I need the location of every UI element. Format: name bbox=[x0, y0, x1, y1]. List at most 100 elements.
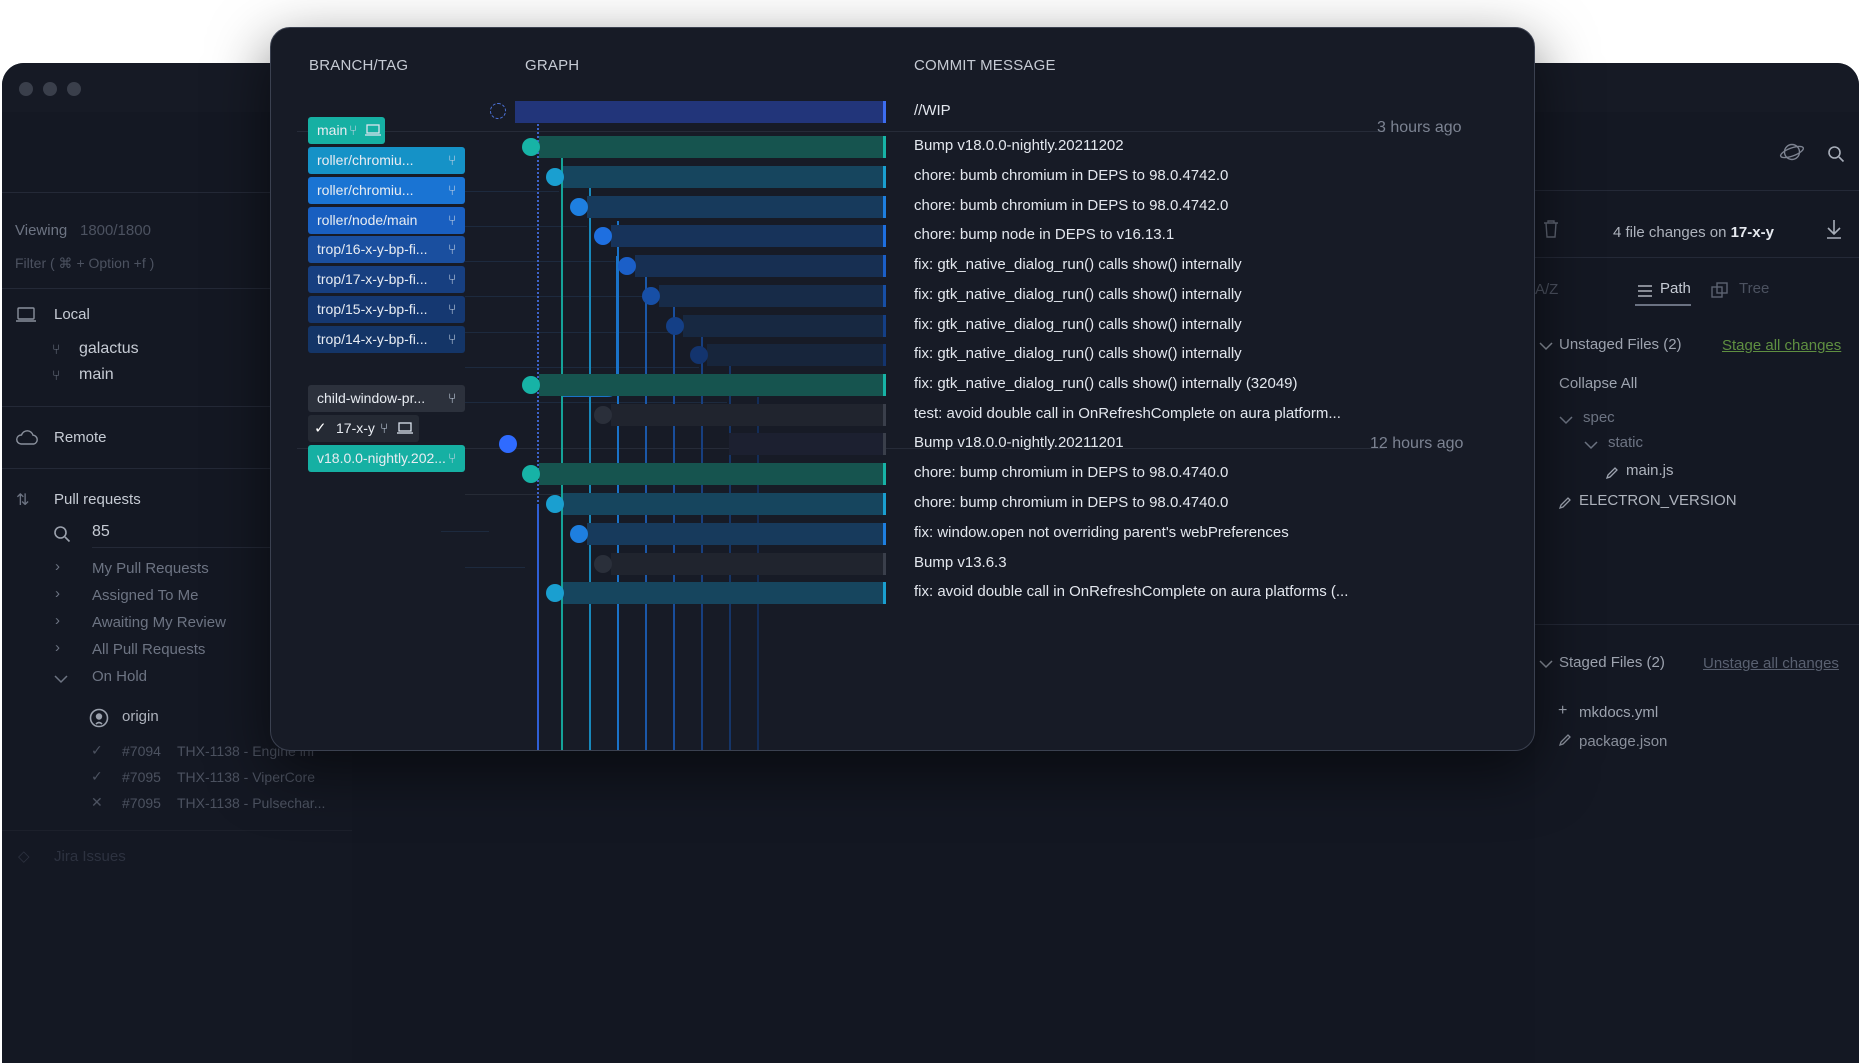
commit-message[interactable]: chore: bump node in DEPS to v16.13.1 bbox=[914, 226, 1174, 243]
search-icon[interactable] bbox=[1827, 145, 1845, 163]
branch-pill[interactable]: roller/chromiu... ⑂ bbox=[308, 177, 465, 204]
file-electron-version[interactable]: ELECTRON_VERSION bbox=[1579, 492, 1737, 509]
maximize-window-dot[interactable] bbox=[67, 82, 81, 96]
pr-group-item[interactable]: Assigned To Me bbox=[92, 587, 198, 604]
commit-node[interactable] bbox=[666, 317, 684, 335]
download-icon[interactable] bbox=[1825, 218, 1843, 240]
pr-number[interactable]: #7095 bbox=[122, 769, 161, 785]
commit-node[interactable] bbox=[594, 555, 612, 573]
branch-pill[interactable]: roller/chromiu... ⑂ bbox=[308, 147, 465, 174]
commit-message[interactable]: chore: bumb chromium in DEPS to 98.0.474… bbox=[914, 167, 1228, 184]
commit-node[interactable] bbox=[546, 584, 564, 602]
folder-static[interactable]: static bbox=[1608, 434, 1643, 451]
commit-row-bar[interactable] bbox=[539, 463, 886, 485]
chevron-down-icon[interactable] bbox=[1539, 341, 1553, 351]
chevron-right-icon[interactable]: › bbox=[55, 585, 60, 602]
commit-message[interactable]: chore: bump chromium in DEPS to 98.0.474… bbox=[914, 494, 1228, 511]
commit-node[interactable] bbox=[642, 287, 660, 305]
chevron-right-icon[interactable]: › bbox=[55, 612, 60, 629]
pr-number[interactable]: #7095 bbox=[122, 795, 161, 811]
commit-node[interactable] bbox=[522, 465, 540, 483]
pr-group-item[interactable]: My Pull Requests bbox=[92, 560, 209, 577]
chevron-down-icon[interactable] bbox=[1584, 440, 1598, 450]
commit-message[interactable]: test: avoid double call in OnRefreshComp… bbox=[914, 405, 1341, 422]
commit-node[interactable] bbox=[618, 257, 636, 275]
stage-all-button[interactable]: Stage all changes bbox=[1722, 337, 1841, 354]
commit-message[interactable]: fix: window.open not overriding parent's… bbox=[914, 524, 1289, 541]
branch-pill[interactable]: trop/14-x-y-bp-fi... ⑂ bbox=[308, 326, 465, 353]
commit-message[interactable]: fix: gtk_native_dialog_run() calls show(… bbox=[914, 375, 1298, 392]
commit-row-bar[interactable] bbox=[659, 285, 886, 307]
commit-node[interactable] bbox=[499, 435, 517, 453]
staged-files-header[interactable]: Staged Files (2) bbox=[1559, 654, 1665, 671]
sort-az-button[interactable]: A/Z bbox=[1535, 281, 1558, 298]
staged-file-item[interactable]: package.json bbox=[1579, 733, 1667, 750]
commit-message[interactable]: fix: avoid double call in OnRefreshCompl… bbox=[914, 583, 1348, 600]
tab-path[interactable]: Path bbox=[1660, 280, 1691, 297]
branch-pill[interactable]: trop/15-x-y-bp-fi... ⑂ bbox=[308, 296, 465, 323]
chevron-right-icon[interactable]: › bbox=[55, 639, 60, 656]
local-branch-item[interactable]: galactus bbox=[79, 340, 139, 358]
commit-row-bar[interactable] bbox=[563, 582, 886, 604]
commit-row-bar[interactable] bbox=[587, 523, 886, 545]
local-branch-item[interactable]: main bbox=[79, 366, 114, 384]
branch-pill[interactable]: trop/16-x-y-bp-fi... ⑂ bbox=[308, 236, 465, 263]
commit-message[interactable]: Bump v13.6.3 bbox=[914, 554, 1007, 571]
chevron-down-icon[interactable] bbox=[54, 674, 68, 684]
commit-row-bar[interactable] bbox=[563, 166, 886, 188]
chevron-right-icon[interactable]: › bbox=[55, 558, 60, 575]
minimize-window-dot[interactable] bbox=[43, 82, 57, 96]
commit-row-bar[interactable] bbox=[587, 196, 886, 218]
commit-message[interactable]: chore: bumb chromium in DEPS to 98.0.474… bbox=[914, 197, 1228, 214]
pr-group-item[interactable]: Awaiting My Review bbox=[92, 614, 226, 631]
commit-message[interactable]: Bump v18.0.0-nightly.20211201 bbox=[914, 434, 1124, 451]
commit-node[interactable] bbox=[546, 495, 564, 513]
commit-node[interactable] bbox=[522, 376, 540, 394]
commit-node[interactable] bbox=[690, 346, 708, 364]
pr-search-input[interactable]: 85 bbox=[92, 523, 110, 541]
chevron-down-icon[interactable] bbox=[1559, 415, 1573, 425]
commit-node[interactable] bbox=[594, 227, 612, 245]
commit-message[interactable]: fix: gtk_native_dialog_run() calls show(… bbox=[914, 286, 1242, 303]
pr-title[interactable]: THX-1138 - ViperCore bbox=[177, 769, 315, 785]
commit-message[interactable]: fix: gtk_native_dialog_run() calls show(… bbox=[914, 345, 1242, 362]
commit-node[interactable] bbox=[546, 168, 564, 186]
jira-section-label[interactable]: Jira Issues bbox=[54, 848, 126, 865]
commit-node[interactable] bbox=[570, 198, 588, 216]
pull-requests-section-label[interactable]: Pull requests bbox=[54, 491, 141, 508]
file-main-js[interactable]: main.js bbox=[1626, 462, 1674, 479]
planet-icon[interactable] bbox=[1779, 142, 1805, 162]
commit-node[interactable] bbox=[594, 406, 612, 424]
commit-message[interactable]: Bump v18.0.0-nightly.20211202 bbox=[914, 137, 1124, 154]
commit-row-bar[interactable] bbox=[729, 433, 886, 455]
commit-node[interactable] bbox=[522, 138, 540, 156]
pr-number[interactable]: #7094 bbox=[122, 743, 161, 759]
pr-group-item[interactable]: On Hold bbox=[92, 668, 147, 685]
commit-row-bar[interactable] bbox=[611, 225, 886, 247]
trash-icon[interactable] bbox=[1542, 219, 1560, 239]
branch-pill[interactable]: roller/node/main ⑂ bbox=[308, 207, 465, 234]
current-branch-pill[interactable]: 17-x-y ⑂ ✓ bbox=[308, 415, 419, 442]
commit-row-bar[interactable] bbox=[563, 493, 886, 515]
commit-row-bar[interactable] bbox=[707, 344, 886, 366]
commit-row-bar[interactable] bbox=[611, 404, 886, 426]
branch-pill[interactable]: child-window-pr... ⑂ bbox=[308, 385, 465, 412]
commit-row-bar[interactable] bbox=[515, 101, 886, 123]
commit-message[interactable]: fix: gtk_native_dialog_run() calls show(… bbox=[914, 256, 1242, 273]
branch-pill[interactable]: trop/17-x-y-bp-fi... ⑂ bbox=[308, 266, 465, 293]
staged-file-item[interactable]: mkdocs.yml bbox=[1579, 704, 1658, 721]
commit-row-bar[interactable] bbox=[635, 255, 886, 277]
filter-input[interactable]: Filter ( ⌘ + Option +f ) bbox=[15, 255, 154, 272]
commit-row-bar[interactable] bbox=[611, 553, 886, 575]
branch-pill[interactable]: main ⑂ bbox=[308, 117, 385, 144]
branch-pill[interactable]: v18.0.0-nightly.202... ⑂ bbox=[308, 445, 465, 472]
commit-row-bar[interactable] bbox=[539, 136, 886, 158]
commit-message[interactable]: //WIP bbox=[914, 102, 951, 119]
local-section-label[interactable]: Local bbox=[54, 306, 90, 323]
unstaged-files-header[interactable]: Unstaged Files (2) bbox=[1559, 336, 1682, 353]
chevron-down-icon[interactable] bbox=[1539, 659, 1553, 669]
commit-message[interactable]: fix: gtk_native_dialog_run() calls show(… bbox=[914, 316, 1242, 333]
pr-title[interactable]: THX-1138 - Pulsechar... bbox=[177, 795, 325, 811]
close-window-dot[interactable] bbox=[19, 82, 33, 96]
pr-group-item[interactable]: All Pull Requests bbox=[92, 641, 205, 658]
